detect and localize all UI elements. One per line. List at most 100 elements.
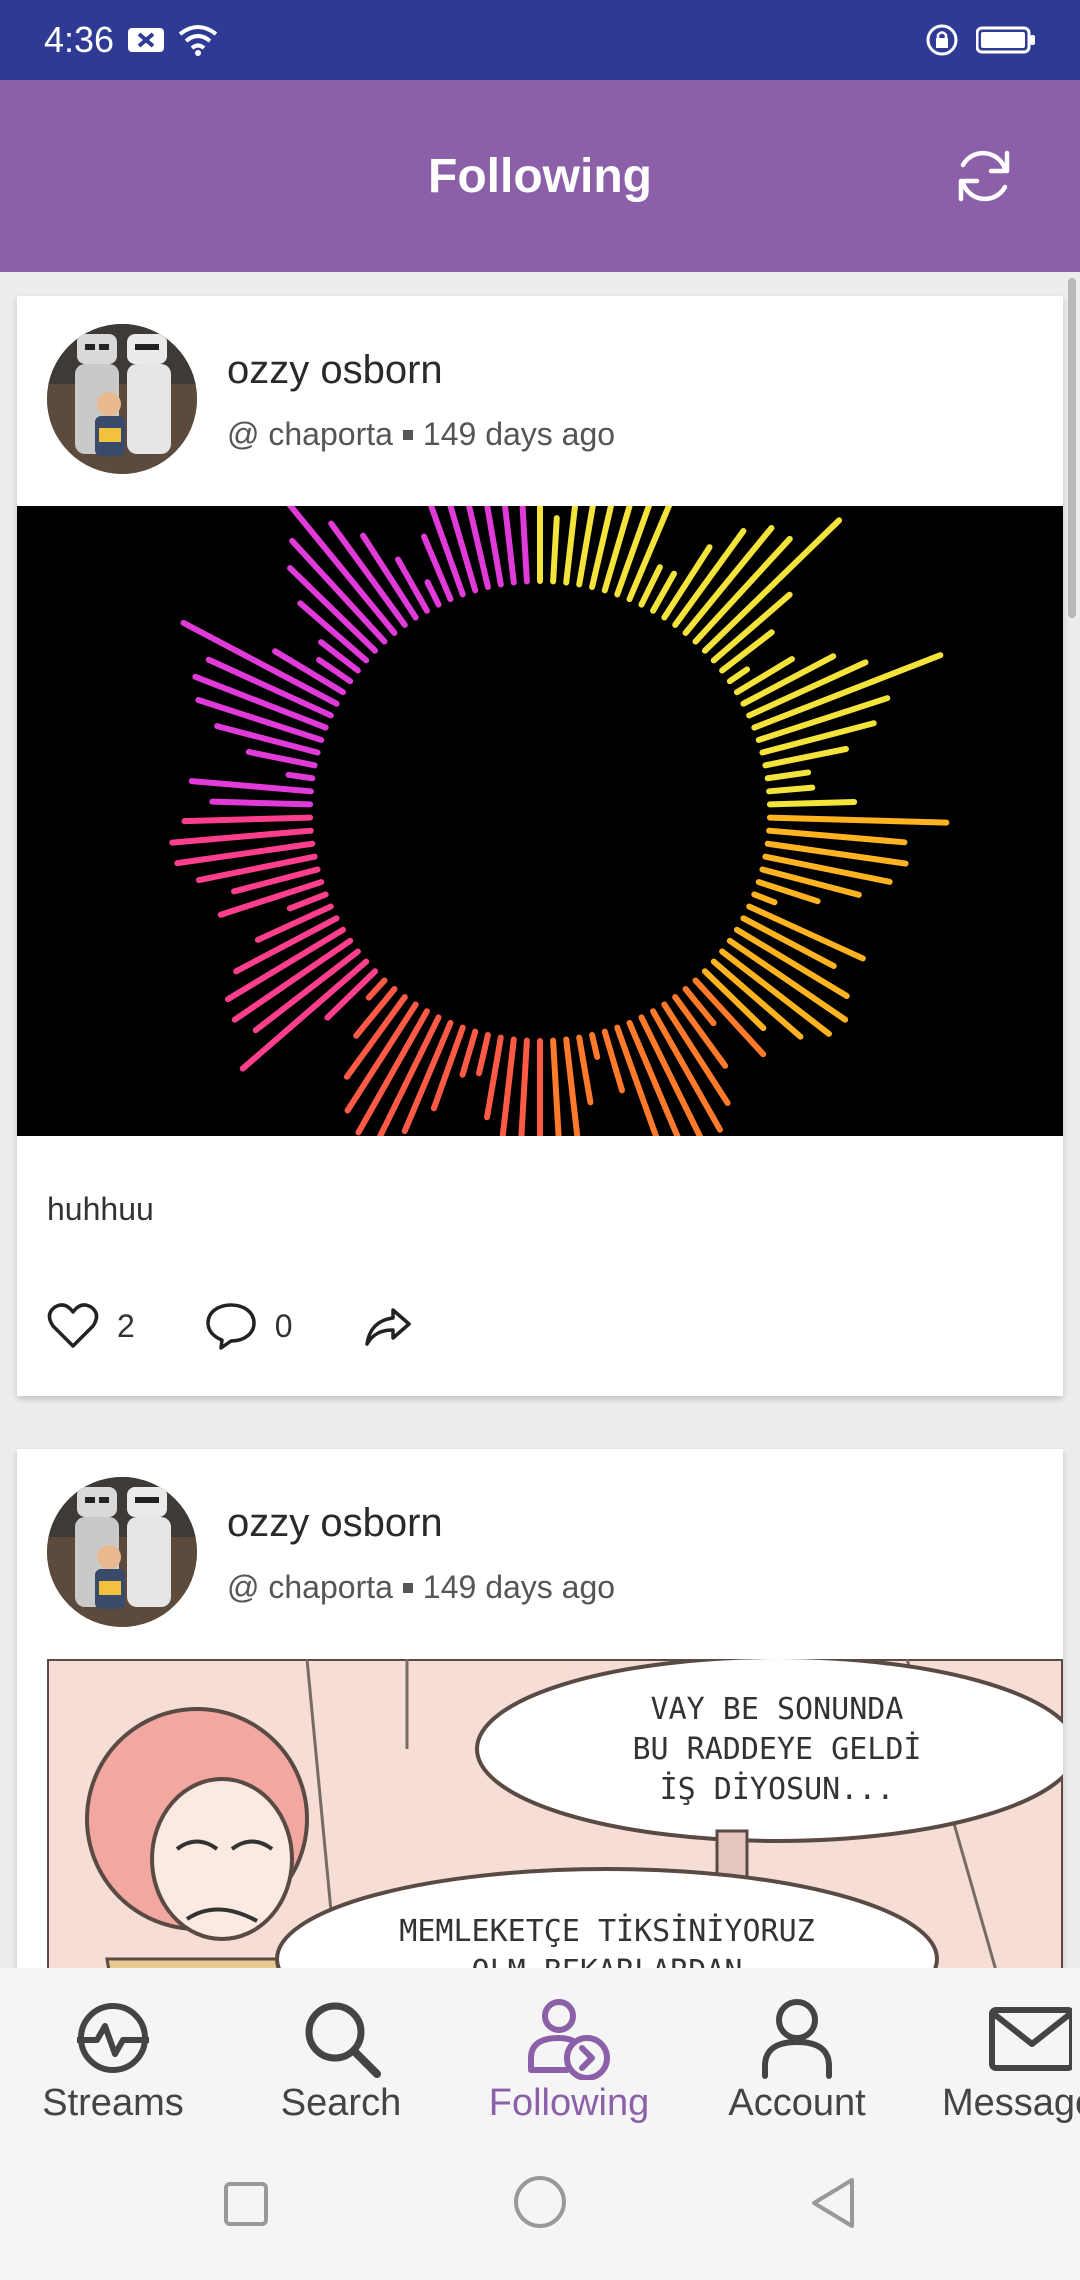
nav-search[interactable]: Search <box>241 1996 441 2125</box>
visualizer-bar <box>430 1024 466 1112</box>
post-caption: huhhuu <box>47 1191 154 1227</box>
nav-label: Following <box>488 2082 650 2124</box>
nav-label: Search <box>280 2082 402 2124</box>
svg-text:OLM BEKARLARDAN: OLM BEKARLARDAN <box>472 1954 743 1968</box>
wifi-icon <box>178 25 218 56</box>
nav-label: Account <box>728 2082 866 2124</box>
refresh-button[interactable] <box>948 140 1020 212</box>
post-card[interactable]: ozzy osborn @ chaporta 149 days ago VAY … <box>17 1449 1063 1968</box>
visualizer-bar <box>217 879 325 918</box>
visualizer-bar <box>252 948 361 1034</box>
visualizer-bar <box>188 778 314 795</box>
battery-icon <box>976 26 1035 54</box>
user-handle[interactable]: @ chaporta <box>227 416 393 453</box>
nav-label: Streams <box>42 2082 184 2124</box>
visualizer-bar <box>563 506 579 586</box>
visualizer-bar <box>476 1032 491 1077</box>
post-header: ozzy osborn @ chaporta 149 days ago <box>17 1449 1063 1659</box>
status-time: 4:36 <box>44 19 115 60</box>
post-meta: @ chaporta 149 days ago <box>227 1569 615 1606</box>
nav-messages[interactable]: Messages <box>930 1996 1080 2125</box>
visualizer-bar <box>692 535 793 645</box>
visualizer-bar <box>733 656 795 696</box>
avatar[interactable] <box>47 1477 197 1627</box>
separator-dot <box>402 429 413 440</box>
feed-list[interactable]: ozzy osborn @ chaporta 149 days ago huhh… <box>0 272 1080 1968</box>
visualizer-bar <box>766 799 858 808</box>
visualizer-bar <box>365 977 388 1001</box>
user-name[interactable]: ozzy osborn <box>227 348 443 393</box>
scrollbar[interactable] <box>1068 278 1076 618</box>
visualizer-bar <box>424 579 442 608</box>
visualizer-bar <box>751 891 778 906</box>
nav-streams[interactable]: Streams <box>13 1996 213 2125</box>
visualizer-bar <box>180 619 340 707</box>
comment-icon <box>206 1303 256 1350</box>
visualizer-bar <box>726 666 751 685</box>
visualizer-bar <box>231 937 354 1023</box>
visualizer-bar <box>766 784 816 795</box>
post-image[interactable]: VAY BE SONUNDA BU RADDEYE GELDİ İŞ DİYOS… <box>47 1659 1063 1968</box>
separator-dot <box>402 1582 413 1593</box>
back-button[interactable] <box>808 2176 858 2230</box>
account-icon <box>762 1999 832 2079</box>
visualizer-bar <box>484 1034 504 1121</box>
heart-icon <box>47 1303 99 1348</box>
comment-button[interactable]: 0 <box>205 1301 293 1351</box>
visualizer-bar <box>682 524 775 636</box>
user-handle[interactable]: @ chaporta <box>227 1569 393 1606</box>
visualizer-bar <box>285 771 316 782</box>
user-name[interactable]: ozzy osborn <box>227 1501 443 1546</box>
page-title: Following <box>428 149 652 203</box>
visualizer-bar <box>245 748 318 769</box>
visualizer-bar <box>499 1036 517 1136</box>
nav-account[interactable]: Account <box>697 1996 897 2125</box>
post-actions: 2 0 <box>47 1296 483 1356</box>
system-navigation-bar <box>0 2136 1080 2280</box>
streams-icon <box>77 2003 149 2073</box>
visualizer-bar <box>614 1024 660 1136</box>
post-card[interactable]: ozzy osborn @ chaporta 149 days ago huhh… <box>17 296 1063 1396</box>
post-time: 149 days ago <box>422 416 616 452</box>
post-meta: @ chaporta 149 days ago <box>227 416 615 453</box>
visualizer-bar <box>518 1037 530 1136</box>
visualizer-bar <box>764 769 812 782</box>
status-bar: 4:36 <box>0 0 1080 80</box>
visualizer-bar <box>394 556 430 614</box>
recents-button[interactable] <box>222 2180 270 2228</box>
like-button[interactable]: 2 <box>47 1302 135 1350</box>
visualizer-bar <box>719 629 775 674</box>
notification-icon <box>128 28 165 52</box>
visualizer-bar <box>563 1036 581 1136</box>
visualizer-bar <box>209 798 314 808</box>
share-button[interactable] <box>363 1306 413 1346</box>
visualizer-bar <box>719 948 832 1037</box>
app-bar: Following <box>0 80 1080 272</box>
comic-bubble-text-2: MEMLEKETÇE TİKSİNİYORUZ <box>399 1913 814 1949</box>
refresh-icon <box>958 150 1010 202</box>
visualizer-bar <box>759 720 877 756</box>
mail-icon <box>989 2007 1072 2071</box>
comic-bubble-text-1: VAY BE SONUNDA <box>651 1692 904 1727</box>
visualizer-bar <box>169 827 314 846</box>
visualizer-bar <box>766 827 908 846</box>
visualizer-bar <box>501 506 517 586</box>
post-image[interactable] <box>17 506 1063 1136</box>
visualizer-bar <box>550 515 560 585</box>
visualizer-bar <box>726 937 849 1023</box>
following-icon <box>528 1999 610 2080</box>
avatar[interactable] <box>47 324 197 474</box>
nav-label: Messages <box>942 2082 1080 2124</box>
like-count: 2 <box>117 1307 135 1344</box>
visualizer-bar <box>550 1037 562 1136</box>
nav-following[interactable]: Following <box>469 1996 669 2125</box>
visualizer-bar <box>576 1034 594 1106</box>
visualizer-bar <box>353 986 398 1039</box>
comic-image: VAY BE SONUNDA BU RADDEYE GELDİ İŞ DİYOS… <box>47 1659 1063 1968</box>
post-time: 149 days ago <box>422 1569 616 1605</box>
audio-visualizer-image <box>169 506 950 1136</box>
home-button[interactable] <box>512 2174 568 2230</box>
visualizer-bar <box>626 506 673 603</box>
share-icon <box>364 1308 411 1346</box>
post-header: ozzy osborn @ chaporta 149 days ago <box>17 296 1063 506</box>
